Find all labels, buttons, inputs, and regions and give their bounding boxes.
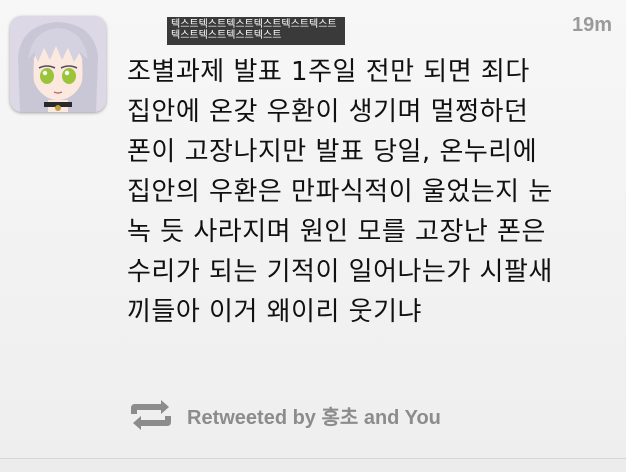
tweet-text-line: 조별과제 발표 1주일 전만 되면 죄다	[127, 57, 530, 87]
tweet-text-line: 녹 듯 사라지며 원인 모를 고장난 폰은	[127, 217, 546, 247]
next-tweet-edge	[0, 459, 626, 472]
tweet-text-line: 집안에 온갖 우환이 생기며 멀쩡하던	[127, 97, 529, 127]
retweet-status-label: Retweeted by 홍초 and You	[187, 406, 441, 429]
username[interactable]: 텍스트텍스트텍스트텍스트텍스트텍스트텍스트텍스트텍스트텍스트	[167, 17, 345, 45]
avatar[interactable]	[10, 16, 106, 112]
tweet-text: 조별과제 발표 1주일 전만 되면 죄다 집안에 온갖 우환이 생기며 멀쩡하던…	[127, 52, 617, 332]
retweet-icon	[131, 400, 171, 430]
retweet-status[interactable]: Retweeted by 홍초 and You	[127, 397, 441, 433]
tweet-card[interactable]: 텍스트텍스트텍스트텍스트텍스트텍스트텍스트텍스트텍스트텍스트 19m 조별과제 …	[0, 0, 626, 472]
timestamp: 19m	[571, 14, 612, 36]
tweet-text-line: 집안의 우환은 만파식적이 울었는지 눈	[127, 177, 553, 207]
tweet-text-line: 폰이 고장나지만 발표 당일, 온누리에	[127, 137, 538, 167]
tweet-text-line: 끼들아 이거 왜이리 웃기냐	[127, 297, 422, 327]
tweet-text-line: 수리가 되는 기적이 일어나는가 시팔새	[127, 257, 553, 287]
anime-avatar-icon	[10, 16, 106, 112]
